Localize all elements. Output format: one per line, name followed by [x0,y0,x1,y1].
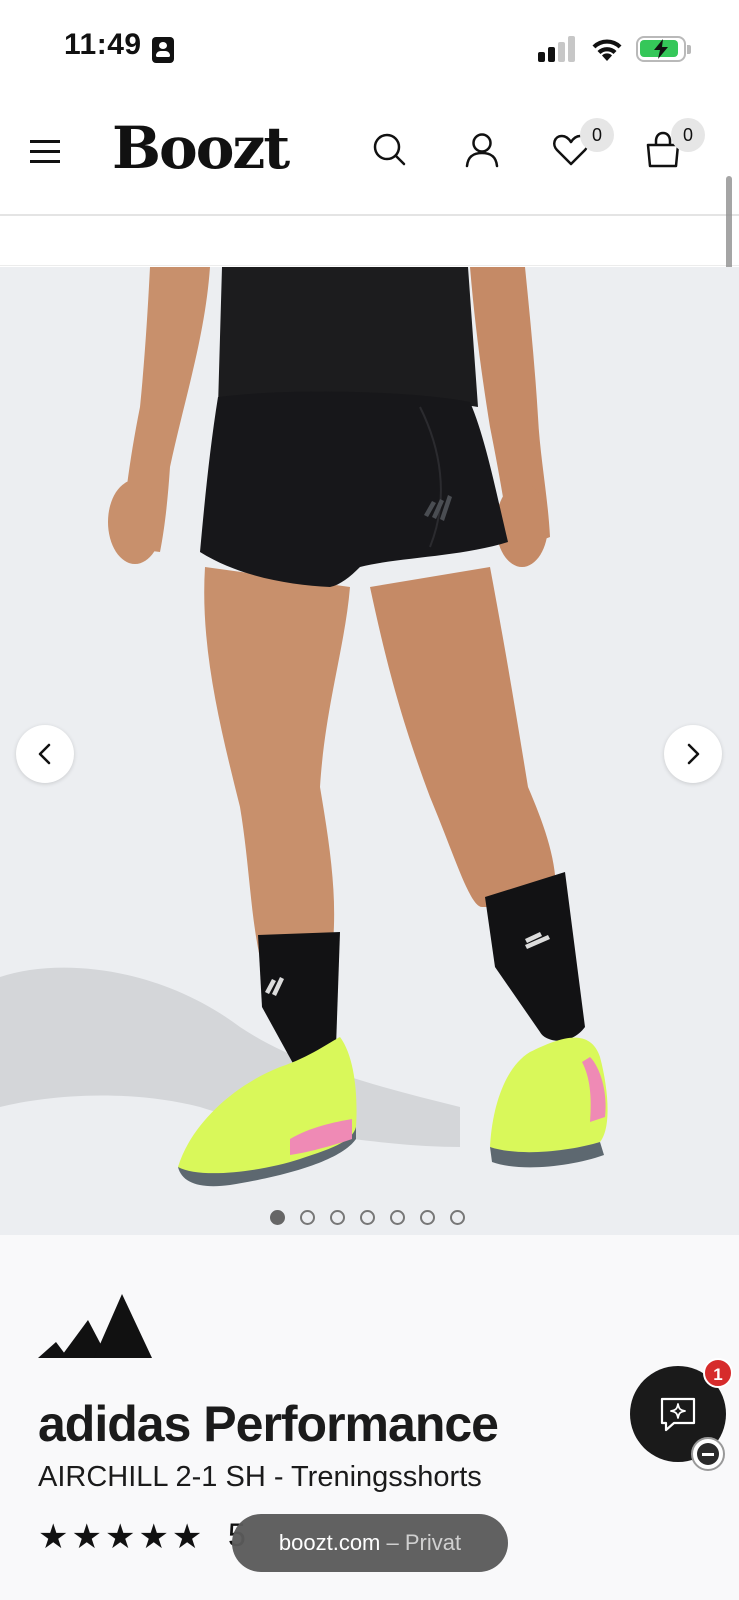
url-host: boozt.com [278,1530,381,1555]
chat-minimize-button[interactable] [691,1437,725,1471]
gallery-dot-5[interactable] [390,1210,405,1225]
gallery-dot-6[interactable] [420,1210,435,1225]
gallery-dot-7[interactable] [450,1210,465,1225]
chevron-right-icon [687,743,700,765]
previous-image-button[interactable] [16,725,74,783]
battery-icon [636,36,691,62]
menu-icon[interactable] [30,140,60,164]
wifi-icon [592,39,622,61]
wishlist-count-badge: 0 [580,118,614,152]
browser-address-pill[interactable]: boozt.com – Privat [232,1514,508,1572]
next-image-button[interactable] [664,725,722,783]
chevron-left-icon [38,743,51,765]
product-image-gallery[interactable] [0,267,739,1235]
rating-stars[interactable]: ★★★★★ [38,1517,205,1557]
product-title: AIRCHILL 2-1 SH - Treningsshorts [38,1461,482,1493]
status-time: 11:49 [64,28,142,61]
id-card-icon [152,37,174,63]
cart-count-badge: 0 [671,118,705,152]
gallery-dot-2[interactable] [300,1210,315,1225]
search-icon[interactable] [370,130,410,170]
site-header: Boozt 0 0 [0,96,739,216]
boozt-logo[interactable]: Boozt [112,114,290,182]
browsing-mode: – Privat [380,1530,462,1555]
product-photo [0,267,608,1187]
product-brand[interactable]: adidas Performance [38,1395,499,1453]
adidas-logo[interactable] [38,1292,152,1362]
cellular-signal-icon [538,36,578,62]
status-bar: 11:49 [0,0,739,96]
sub-header-bar [0,218,739,266]
gallery-dot-1[interactable] [270,1210,285,1225]
gallery-dot-3[interactable] [330,1210,345,1225]
gallery-dot-4[interactable] [360,1210,375,1225]
chat-sparkle-icon [660,1397,696,1432]
chat-unread-badge: 1 [703,1358,733,1388]
account-icon[interactable] [462,130,502,170]
